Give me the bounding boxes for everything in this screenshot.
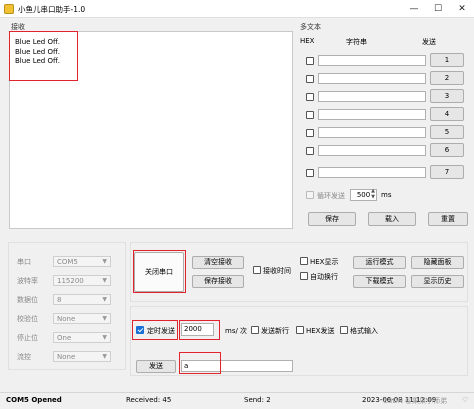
baud-select[interactable]: 115200 ▼	[53, 275, 111, 286]
timed-send-label: 定时发送	[147, 327, 175, 335]
loop-send-label: 循环发送	[317, 192, 345, 200]
multi-send-button[interactable]: 3	[430, 89, 464, 103]
hide-panel-button[interactable]: 隐藏面板	[411, 256, 464, 269]
minimize-button[interactable]: —	[402, 0, 426, 18]
multi-text-label: 多文本	[300, 23, 321, 31]
baud-value: 115200	[57, 277, 84, 285]
port-value: COM5	[57, 258, 78, 266]
stop-bits-value: One	[57, 334, 72, 342]
multi-string-input[interactable]	[318, 145, 426, 156]
status-sent: Send: 2	[244, 396, 271, 404]
receive-line: Blue Led Off.	[15, 47, 61, 56]
receive-time-checkbox[interactable]	[253, 266, 261, 274]
receive-time-label: 接收时间	[263, 267, 291, 275]
baud-label: 波特率	[17, 277, 38, 285]
multi-hex-checkbox[interactable]	[306, 57, 314, 65]
receive-textarea[interactable]: Blue Led Off. Blue Led Off. Blue Led Off…	[9, 31, 293, 229]
port-select[interactable]: COM5 ▼	[53, 256, 111, 267]
download-mode-button[interactable]: 下载模式	[353, 275, 406, 288]
flow-control-value: None	[57, 353, 76, 361]
close-window-button[interactable]: ✕	[450, 0, 474, 18]
multi-hex-checkbox[interactable]	[306, 75, 314, 83]
multi-string-input[interactable]	[318, 109, 426, 120]
flow-control-label: 流控	[17, 353, 31, 361]
multi-hex-checkbox[interactable]	[306, 93, 314, 101]
format-input-checkbox[interactable]	[340, 326, 348, 334]
send-text-input[interactable]: a	[181, 360, 293, 372]
flow-control-select[interactable]: None ▼	[53, 351, 111, 362]
data-bits-label: 数据位	[17, 296, 38, 304]
run-mode-button[interactable]: 运行模式	[353, 256, 406, 269]
title-bar: 小鱼儿串口助手-1.0 — ☐ ✕	[0, 0, 474, 18]
multi-hex-checkbox[interactable]	[306, 111, 314, 119]
multi-reset-button[interactable]: 重置	[428, 212, 468, 226]
receive-line: Blue Led Off.	[15, 57, 61, 65]
status-port: COM5 Opened	[6, 396, 62, 404]
send-newline-checkbox[interactable]	[251, 326, 259, 334]
format-input-label: 格式输入	[350, 327, 378, 335]
multi-send-button[interactable]: 4	[430, 107, 464, 121]
window-title: 小鱼儿串口助手-1.0	[18, 5, 86, 14]
multi-string-input[interactable]	[318, 167, 426, 178]
timed-interval-input[interactable]: 2000	[181, 323, 214, 336]
multi-string-input[interactable]	[318, 55, 426, 66]
multi-load-button[interactable]: 载入	[368, 212, 416, 226]
auto-wrap-label: 自动换行	[310, 273, 338, 281]
multi-send-button[interactable]: 1	[430, 53, 464, 67]
send-button[interactable]: 发送	[136, 360, 176, 373]
multi-hex-checkbox[interactable]	[306, 129, 314, 137]
watermark: CSDN @果果小师弟	[383, 397, 448, 405]
clear-receive-button[interactable]: 清空接收	[192, 256, 244, 269]
multi-hex-checkbox[interactable]	[306, 169, 314, 177]
chevron-down-icon: ▼	[102, 296, 107, 303]
hex-display-label: HEX显示	[310, 258, 339, 266]
multi-save-button[interactable]: 保存	[308, 212, 356, 226]
multi-string-input[interactable]	[318, 91, 426, 102]
multi-string-header: 字符串	[346, 38, 367, 46]
data-bits-select[interactable]: 8 ▼	[53, 294, 111, 305]
app-window: 小鱼儿串口助手-1.0 — ☐ ✕ 接收 Blue Led Off. Blue …	[0, 0, 474, 409]
port-label: 串口	[17, 258, 31, 266]
chevron-down-icon: ▼	[102, 277, 107, 284]
multi-send-header: 发送	[422, 38, 436, 46]
show-history-button[interactable]: 显示历史	[411, 275, 464, 288]
multi-hex-checkbox[interactable]	[306, 147, 314, 155]
loop-ms-label: ms	[381, 191, 392, 199]
stop-bits-select[interactable]: One ▼	[53, 332, 111, 343]
multi-send-button[interactable]: 6	[430, 143, 464, 157]
close-port-button[interactable]: 关闭串口	[134, 252, 184, 292]
timed-send-checkbox[interactable]	[136, 326, 144, 334]
multi-send-button[interactable]: 5	[430, 125, 464, 139]
status-received: Received: 45	[126, 396, 172, 404]
chevron-down-icon: ▼	[102, 258, 107, 265]
data-bits-value: 8	[57, 296, 62, 304]
auto-wrap-checkbox[interactable]	[300, 272, 308, 280]
receive-lines: Blue Led Off. Blue Led Off. Blue Led Off…	[15, 38, 60, 67]
multi-string-input[interactable]	[318, 73, 426, 84]
parity-value: None	[57, 315, 76, 323]
receive-line: Blue Led Off.	[15, 38, 61, 46]
hex-send-label: HEX发送	[306, 327, 335, 335]
interval-unit-label: ms/ 次	[225, 327, 248, 335]
status-bar: COM5 Opened Received: 45 Send: 2 2023-06…	[0, 392, 474, 409]
maximize-button[interactable]: ☐	[426, 0, 450, 18]
spin-down-icon[interactable]: ▼	[369, 195, 377, 200]
hex-send-checkbox[interactable]	[296, 326, 304, 334]
multi-hex-header: HEX	[300, 37, 315, 45]
loop-send-checkbox[interactable]	[306, 191, 314, 199]
parity-label: 校验位	[17, 315, 38, 323]
send-newline-label: 发送新行	[261, 327, 289, 335]
chevron-down-icon: ▼	[102, 334, 107, 341]
save-receive-button[interactable]: 保存接收	[192, 275, 244, 288]
app-fish-icon	[4, 4, 14, 14]
multi-send-button[interactable]: 7	[430, 165, 464, 179]
hex-display-checkbox[interactable]	[300, 257, 308, 265]
multi-send-button[interactable]: 2	[430, 71, 464, 85]
chevron-down-icon: ▼	[102, 353, 107, 360]
parity-select[interactable]: None ▼	[53, 313, 111, 324]
heart-icon: ♡	[462, 396, 469, 404]
chevron-down-icon: ▼	[102, 315, 107, 322]
stop-bits-label: 停止位	[17, 334, 38, 342]
multi-string-input[interactable]	[318, 127, 426, 138]
